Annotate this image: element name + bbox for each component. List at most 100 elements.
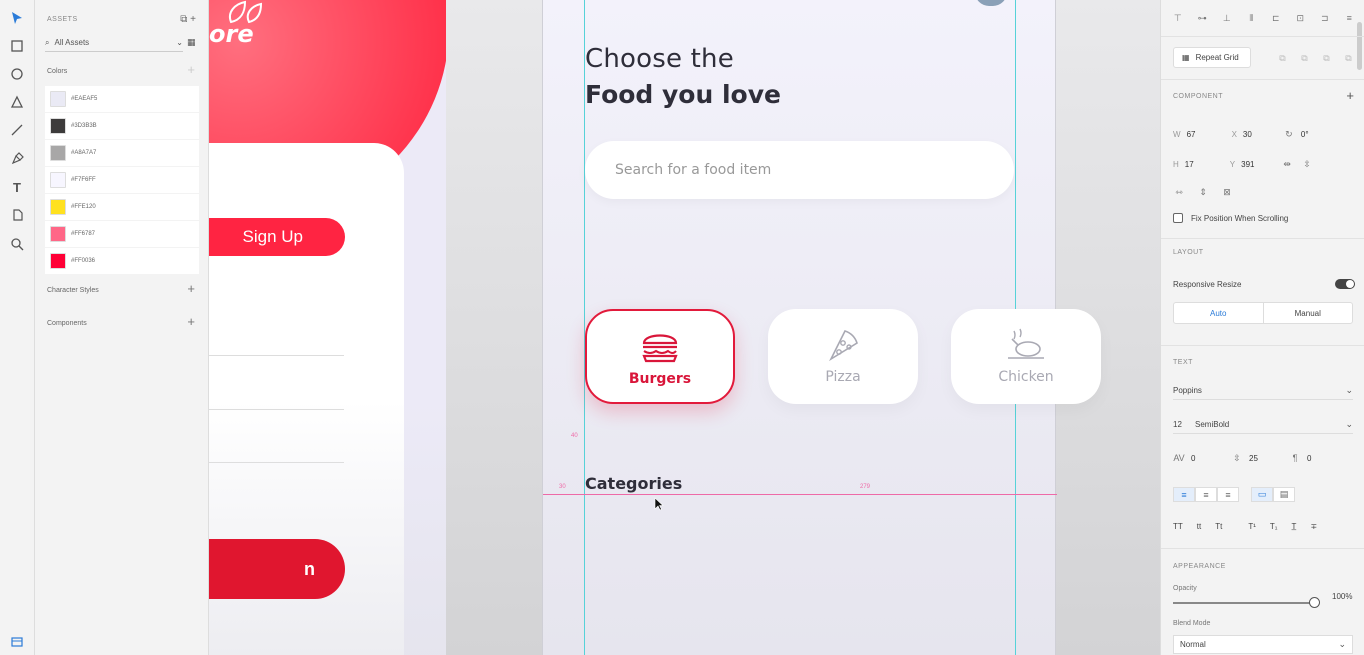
color-swatch-item[interactable]: #3D3B3B bbox=[45, 113, 199, 139]
color-swatch bbox=[50, 145, 66, 161]
category-card-burgers[interactable]: Burgers bbox=[585, 309, 735, 404]
y-field[interactable]: 391 bbox=[1241, 160, 1281, 169]
lowercase-button[interactable]: tt bbox=[1197, 522, 1201, 531]
responsive-resize-toggle[interactable] bbox=[1335, 279, 1355, 289]
opacity-slider-handle[interactable] bbox=[1309, 597, 1320, 608]
text-align-left-icon[interactable]: ≡ bbox=[1173, 487, 1195, 502]
align-middle-icon[interactable]: ⊶ bbox=[1198, 12, 1208, 24]
blend-mode-dropdown[interactable]: Normal ⌄ bbox=[1173, 635, 1353, 654]
add-component-icon[interactable]: + bbox=[187, 314, 195, 329]
auto-option[interactable]: Auto bbox=[1174, 303, 1264, 323]
uppercase-button[interactable]: TT bbox=[1173, 522, 1183, 531]
flip-horizontal-icon[interactable]: ⇹ bbox=[1281, 158, 1293, 170]
ellipse-tool-icon[interactable] bbox=[9, 66, 25, 82]
transform-icons-row: ⇿ ⇕ ⊠ bbox=[1173, 186, 1354, 198]
color-swatch-item[interactable]: #F7F6FF bbox=[45, 167, 199, 193]
fit-content-icon[interactable]: ⊠ bbox=[1221, 186, 1233, 198]
text-align-right-icon[interactable]: ≡ bbox=[1217, 487, 1239, 502]
panel-scrollbar[interactable] bbox=[1357, 22, 1362, 70]
x-field[interactable]: 30 bbox=[1243, 130, 1283, 139]
open-library-icon[interactable]: ⧉ bbox=[180, 14, 187, 25]
categories-title[interactable]: Categories bbox=[585, 474, 682, 493]
avatar[interactable] bbox=[975, 0, 1007, 6]
color-swatch-item[interactable]: #FFE120 bbox=[45, 194, 199, 220]
repeat-grid-button[interactable]: ▦ Repeat Grid bbox=[1173, 47, 1251, 68]
fit-width-icon[interactable]: ⇿ bbox=[1173, 186, 1185, 198]
select-tool-icon[interactable] bbox=[9, 10, 25, 26]
distribute-horizontal-icon[interactable]: ≡ bbox=[1345, 12, 1355, 24]
subscript-icon[interactable]: T₁ bbox=[1270, 522, 1278, 531]
strikethrough-icon[interactable]: ∓ bbox=[1310, 522, 1317, 531]
search-icon: ⌕ bbox=[45, 37, 50, 47]
opacity-slider-track[interactable] bbox=[1173, 602, 1313, 604]
search-placeholder: Search for a food item bbox=[615, 162, 772, 178]
flip-vertical-icon[interactable]: ⇳ bbox=[1301, 158, 1313, 170]
mouse-cursor-icon bbox=[654, 497, 664, 511]
color-swatch bbox=[50, 253, 66, 269]
add-character-style-icon[interactable]: + bbox=[187, 281, 195, 296]
auto-width-icon[interactable]: ▭ bbox=[1251, 487, 1273, 502]
color-swatch-list: #EAEAF5 #3D3B3B #A8A7A7 #F7F6FF #FFE120 … bbox=[45, 86, 199, 275]
superscript-icon[interactable]: T¹ bbox=[1248, 522, 1256, 531]
rotation-field[interactable]: 0° bbox=[1301, 130, 1309, 139]
color-swatch-item[interactable]: #FF0036 bbox=[45, 248, 199, 274]
polygon-tool-icon[interactable] bbox=[9, 94, 25, 110]
category-card-chicken[interactable]: Chicken bbox=[951, 309, 1101, 404]
sign-up-button[interactable]: Sign Up bbox=[209, 218, 345, 256]
align-center-icon[interactable]: ⊡ bbox=[1296, 12, 1306, 24]
character-spacing-field[interactable]: 0 bbox=[1191, 454, 1231, 463]
align-top-icon[interactable]: ⊤ bbox=[1173, 12, 1183, 24]
line-spacing-field[interactable]: 25 bbox=[1249, 454, 1289, 463]
height-field[interactable]: 17 bbox=[1185, 160, 1230, 169]
rectangle-tool-icon[interactable] bbox=[9, 38, 25, 54]
align-left-icon[interactable]: ⊏ bbox=[1271, 12, 1281, 24]
bottom-primary-button[interactable]: n bbox=[209, 539, 345, 599]
spacing-row: AV 0 ⇳ 25 ¶ 0 bbox=[1173, 452, 1354, 464]
boolean-subtract-icon[interactable]: ⧉ bbox=[1299, 52, 1310, 64]
blend-mode-value: Normal bbox=[1180, 640, 1206, 649]
color-swatch-item[interactable]: #EAEAF5 bbox=[45, 86, 199, 112]
width-field[interactable]: 67 bbox=[1187, 130, 1232, 139]
font-weight-dropdown[interactable]: SemiBold ⌄ bbox=[1195, 416, 1353, 434]
text-align-center-icon[interactable]: ≡ bbox=[1195, 487, 1217, 502]
line-tool-icon[interactable] bbox=[9, 122, 25, 138]
grid-view-icon[interactable]: ▦ bbox=[187, 37, 197, 47]
plugins-icon[interactable] bbox=[9, 634, 25, 650]
design-canvas[interactable]: ore Sign Up n Choose the Food you love S… bbox=[209, 0, 1160, 655]
food-search-input[interactable]: Search for a food item bbox=[585, 141, 1014, 199]
add-asset-icon[interactable]: + bbox=[190, 14, 196, 25]
resize-mode-segmented-control: Auto Manual bbox=[1173, 302, 1353, 324]
boolean-exclude-icon[interactable]: ⧉ bbox=[1343, 52, 1354, 64]
boolean-intersect-icon[interactable]: ⧉ bbox=[1321, 52, 1332, 64]
assets-filter-dropdown[interactable]: ⌕ All Assets ⌄ bbox=[45, 34, 183, 52]
opacity-value[interactable]: 100% bbox=[1332, 592, 1352, 601]
align-bottom-icon[interactable]: ⊥ bbox=[1222, 12, 1232, 24]
boolean-add-icon[interactable]: ⧉ bbox=[1277, 52, 1288, 64]
underline-icon[interactable]: T̲ bbox=[1292, 522, 1297, 531]
align-right-icon[interactable]: ⊐ bbox=[1320, 12, 1330, 24]
color-swatch-item[interactable]: #A8A7A7 bbox=[45, 140, 199, 166]
zoom-tool-icon[interactable] bbox=[9, 236, 25, 252]
text-tool-icon[interactable]: T bbox=[9, 179, 25, 195]
fix-position-checkbox[interactable] bbox=[1173, 213, 1183, 223]
pen-tool-icon[interactable] bbox=[9, 151, 25, 167]
artboard-tool-icon[interactable] bbox=[9, 207, 25, 223]
signup-artboard[interactable]: ore Sign Up n bbox=[209, 0, 446, 655]
font-size-field[interactable]: 12 bbox=[1173, 416, 1195, 434]
font-weight-value: SemiBold bbox=[1195, 420, 1230, 429]
manual-option[interactable]: Manual bbox=[1264, 303, 1353, 323]
fixed-size-icon[interactable]: ▤ bbox=[1273, 487, 1295, 502]
color-swatch-item[interactable]: #FF6787 bbox=[45, 221, 199, 247]
titlecase-button[interactable]: Tt bbox=[1215, 522, 1222, 531]
category-card-pizza[interactable]: Pizza bbox=[768, 309, 918, 404]
fit-height-icon[interactable]: ⇕ bbox=[1197, 186, 1209, 198]
paragraph-spacing-field[interactable]: 0 bbox=[1307, 454, 1311, 463]
font-family-dropdown[interactable]: Poppins ⌄ bbox=[1173, 382, 1353, 400]
color-hex-label: #F7F6FF bbox=[71, 177, 96, 183]
home-artboard[interactable]: Choose the Food you love Search for a fo… bbox=[542, 0, 1101, 655]
add-color-icon[interactable]: + bbox=[187, 62, 195, 77]
add-component-icon[interactable]: + bbox=[1346, 88, 1354, 103]
category-label: Chicken bbox=[998, 369, 1054, 385]
color-swatch bbox=[50, 91, 66, 107]
distribute-vertical-icon[interactable]: ⫴ bbox=[1247, 12, 1257, 24]
